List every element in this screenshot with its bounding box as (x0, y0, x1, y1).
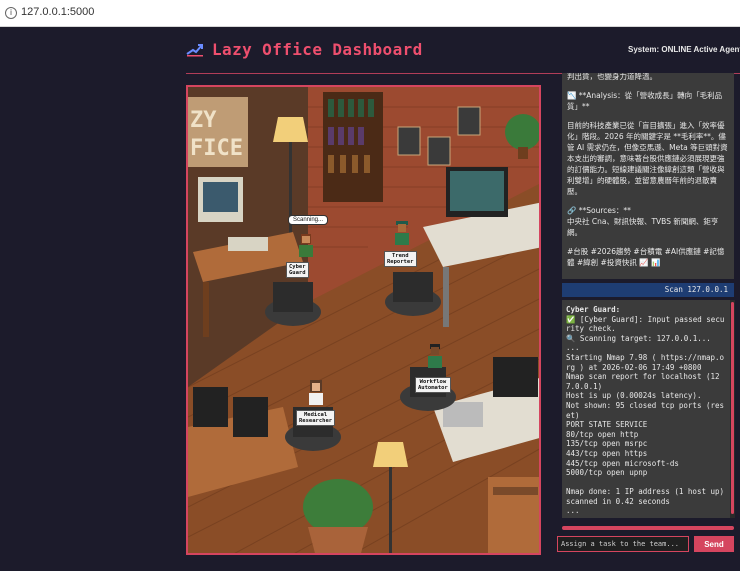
agent-workflow-automator[interactable] (424, 342, 446, 372)
analysis-body: 目前的科技產業已從「盲目擴張」進入「效率優化」階段。2026 年的關鍵字是 **… (567, 121, 728, 196)
speech-bubble: Scanning... (288, 215, 329, 225)
svg-text:FICE: FICE (190, 136, 243, 161)
agent-label-cyber-guard: Cyber Guard (286, 262, 309, 278)
agent-avatar-icon (309, 380, 323, 405)
guard-title: Cyber Guard: (566, 305, 621, 314)
analysis-line: 判出貨，也變身力道降溫。 (567, 73, 657, 81)
page-title: Lazy Office Dashboard (212, 40, 423, 59)
agent-avatar-icon (395, 221, 409, 245)
send-button[interactable]: Send (694, 536, 734, 552)
vertical-scrollbar-thumb[interactable] (731, 302, 734, 514)
analysis-output-panel[interactable]: 判出貨，也變身力道降溫。 📉 **Analysis：從「營收成長」轉向「毛利品質… (562, 73, 734, 279)
task-input[interactable] (557, 536, 689, 552)
system-status: System: ONLINE Active Agents: 4 (628, 45, 740, 54)
analysis-heading-text: 📉 **Analysis：從「營收成長」轉向「毛利品質」** (567, 91, 723, 111)
agent-cyber-guard[interactable] (295, 232, 317, 262)
agent-trend-reporter[interactable] (391, 219, 413, 249)
info-icon[interactable]: i (5, 7, 17, 19)
analysis-sources: 🔗 **Sources：** 中央社 Cna、財訊快報、TVBS 新聞網、鉅亨網… (567, 206, 719, 237)
address-url[interactable]: 127.0.0.1:5000 (21, 6, 94, 18)
browser-address-bar[interactable]: i 127.0.0.1:5000 (0, 0, 740, 27)
analysis-heading: 📉 **Analysis：從「營收成長」轉向「毛利品質」** (562, 90, 734, 112)
analysis-tags: #台股 #2026趨勢 #台積電 #AI供應鏈 #記憶體 #緯創 #投資快訊 📈… (567, 247, 725, 267)
agent-avatar-icon (428, 344, 442, 368)
agent-avatar-icon (299, 234, 313, 257)
dashboard-logo-icon (186, 44, 203, 57)
agent-label-medical-researcher: Medical Researcher (296, 410, 336, 426)
scan-command-text: Scan 127.0.0.1 (664, 285, 728, 294)
agent-label-trend-reporter: Trend Reporter (384, 251, 417, 267)
agent-medical-researcher[interactable] (305, 379, 327, 409)
horizontal-scrollbar[interactable] (562, 526, 734, 530)
svg-text:ZY: ZY (190, 108, 217, 133)
scan-command-message: Scan 127.0.0.1 (562, 283, 734, 297)
office-illustration: ZY FICE (188, 87, 539, 553)
cyber-guard-output-panel[interactable]: Cyber Guard: ✅ [Cyber Guard]: Input pass… (562, 300, 730, 518)
guard-log: ✅ [Cyber Guard]: Input passed security c… (566, 314, 725, 516)
agent-label-workflow-automator: Workflow Automator (415, 377, 451, 393)
office-scene: ZY FICE Cyber Guard Scanning... Trend Re… (186, 85, 541, 555)
